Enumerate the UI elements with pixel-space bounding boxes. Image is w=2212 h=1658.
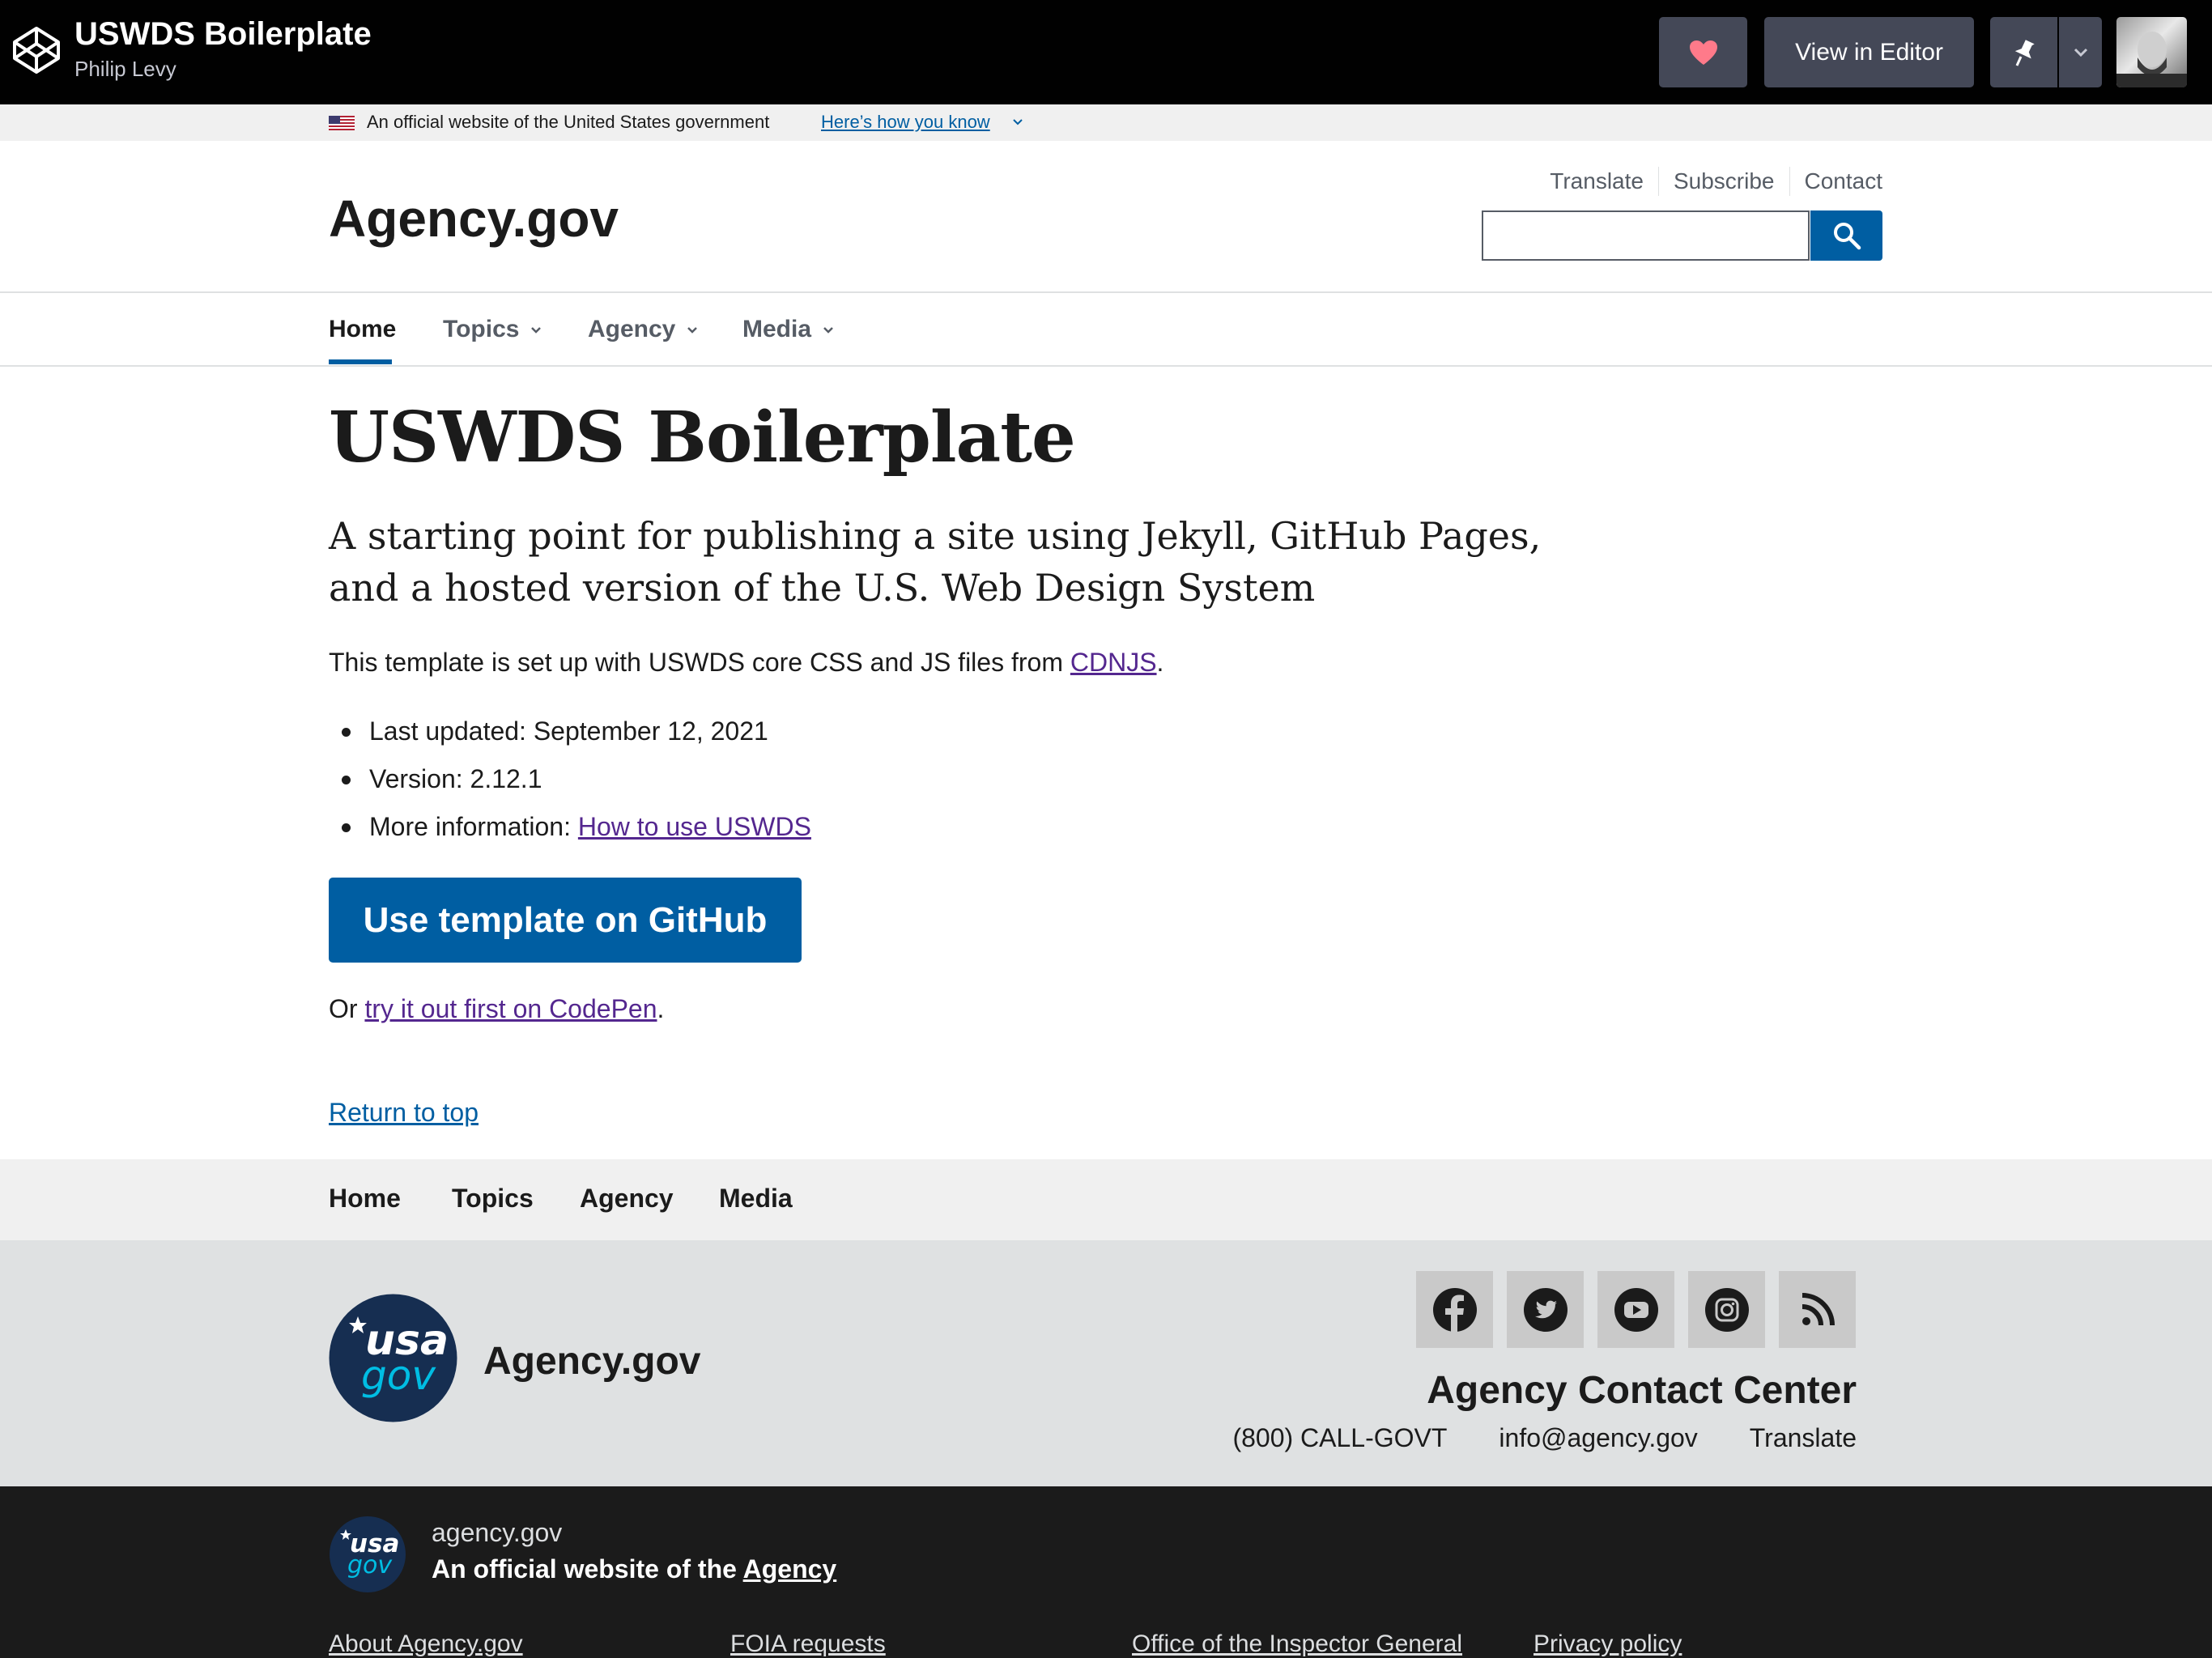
or-text: Or	[329, 994, 365, 1023]
list-item: More information: How to use USWDS	[329, 808, 811, 856]
gov-banner: An official website of the United States…	[0, 104, 2212, 141]
intro-suffix: .	[1156, 648, 1164, 677]
identifier-link-privacy[interactable]: Privacy policy	[1534, 1630, 1682, 1658]
avatar[interactable]	[2116, 17, 2187, 87]
footer-nav-home[interactable]: Home	[329, 1184, 401, 1214]
search-button[interactable]	[1810, 210, 1882, 261]
list-item: Last updated: September 12, 2021	[329, 712, 811, 760]
site-title[interactable]: Agency.gov	[329, 189, 619, 249]
footer-agency-name: Agency.gov	[483, 1340, 701, 1383]
twitter-icon	[1523, 1287, 1568, 1332]
updated-label: Last updated:	[369, 716, 534, 746]
youtube-icon	[1614, 1287, 1658, 1332]
pen-title: USWDS Boilerplate	[74, 16, 372, 52]
or-suffix: .	[657, 994, 665, 1023]
version-label: Version:	[369, 764, 470, 793]
svg-text:gov: gov	[361, 1352, 436, 1399]
banner-text: An official website of the United States…	[367, 112, 770, 132]
nav-label: Agency	[588, 316, 676, 342]
contact-center-heading: Agency Contact Center	[1427, 1369, 1857, 1412]
identifier-link-foia[interactable]: FOIA requests	[730, 1630, 886, 1658]
heart-icon	[1689, 40, 1717, 65]
official-prefix: An official website of the	[432, 1554, 743, 1584]
nav-label: Media	[742, 316, 812, 342]
chevron-down-icon	[823, 327, 833, 334]
identifier-official-text: An official website of the Agency	[432, 1554, 836, 1584]
more-label: More information:	[369, 812, 578, 841]
chevron-down-icon	[2074, 48, 2087, 57]
cdnjs-link[interactable]: CDNJS	[1070, 648, 1157, 677]
footer-nav-media[interactable]: Media	[719, 1184, 793, 1214]
footer-nav: Home Topics Agency Media	[0, 1159, 2212, 1240]
utility-link-contact[interactable]: Contact	[1789, 167, 1882, 196]
pen-author[interactable]: Philip Levy	[74, 57, 177, 82]
header-divider	[0, 291, 2212, 293]
identifier-link-oig[interactable]: Office of the Inspector General	[1132, 1630, 1462, 1658]
lead-paragraph: A starting point for publishing a site u…	[329, 514, 1542, 610]
rss-icon	[1802, 1292, 1835, 1325]
svg-text:gov: gov	[347, 1551, 393, 1579]
usagov-logo[interactable]: usa gov	[329, 1294, 457, 1422]
utility-nav: Translate Subscribe Contact	[1535, 167, 1882, 196]
pin-button[interactable]	[1990, 17, 2057, 87]
contact-email[interactable]: info@agency.gov	[1499, 1423, 1697, 1453]
codepen-paragraph: Or try it out first on CodePen.	[329, 994, 664, 1024]
contact-translate[interactable]: Translate	[1750, 1423, 1857, 1453]
footer-nav-agency[interactable]: Agency	[580, 1184, 674, 1214]
codepen-header: USWDS Boilerplate Philip Levy View in Ed…	[0, 0, 2212, 104]
nav-divider	[0, 365, 2212, 367]
contact-phone[interactable]: (800) CALL-GOVT	[1232, 1423, 1447, 1453]
codepen-link[interactable]: try it out first on CodePen	[364, 994, 657, 1023]
footer-nav-topics[interactable]: Topics	[452, 1184, 534, 1214]
social-twitter[interactable]	[1507, 1271, 1584, 1348]
pin-menu-button[interactable]	[2059, 17, 2102, 87]
page-title: USWDS Boilerplate	[329, 397, 1076, 478]
nav-item-agency[interactable]: Agency	[588, 316, 698, 343]
heart-button[interactable]	[1659, 17, 1747, 87]
search-icon	[1833, 223, 1861, 250]
utility-link-subscribe[interactable]: Subscribe	[1657, 167, 1789, 196]
agency-link[interactable]: Agency	[743, 1554, 837, 1584]
identifier-link-about[interactable]: About Agency.gov	[329, 1630, 523, 1658]
info-list: Last updated: September 12, 2021 Version…	[329, 712, 811, 856]
facebook-icon	[1432, 1287, 1477, 1333]
social-rss[interactable]	[1779, 1271, 1856, 1348]
intro-text: This template is set up with USWDS core …	[329, 648, 1070, 677]
chevron-down-icon	[687, 327, 698, 334]
how-to-use-link[interactable]: How to use USWDS	[578, 812, 811, 841]
instagram-icon	[1704, 1287, 1749, 1332]
social-instagram[interactable]	[1688, 1271, 1765, 1348]
nav-label: Topics	[443, 316, 520, 342]
utility-link-translate[interactable]: Translate	[1535, 167, 1658, 196]
chevron-down-icon[interactable]	[1011, 116, 1024, 129]
nav-item-topics[interactable]: Topics	[443, 316, 542, 343]
chevron-down-icon	[531, 327, 542, 334]
search-input[interactable]	[1482, 210, 1810, 261]
version-value: 2.12.1	[470, 764, 542, 793]
list-item: Version: 2.12.1	[329, 760, 811, 808]
usagov-identifier-logo[interactable]: usa gov	[329, 1516, 406, 1593]
social-youtube[interactable]	[1597, 1271, 1674, 1348]
view-in-editor-button[interactable]: View in Editor	[1764, 17, 1974, 87]
intro-paragraph: This template is set up with USWDS core …	[329, 648, 1163, 678]
pin-icon	[2014, 39, 2035, 66]
updated-value: September 12, 2021	[533, 716, 768, 746]
use-template-button[interactable]: Use template on GitHub	[329, 878, 802, 963]
identifier-domain: agency.gov	[432, 1518, 563, 1547]
codepen-logo-icon[interactable]	[11, 25, 62, 75]
nav-label: Home	[329, 316, 397, 342]
nav-item-home[interactable]: Home	[329, 316, 396, 343]
us-flag-icon	[329, 116, 355, 130]
social-facebook[interactable]	[1416, 1271, 1493, 1348]
banner-how-you-know-link[interactable]: Here’s how you know	[821, 112, 990, 133]
contact-info: (800) CALL-GOVT info@agency.gov Translat…	[1232, 1423, 1857, 1453]
return-to-top-link[interactable]: Return to top	[329, 1098, 479, 1128]
nav-item-media[interactable]: Media	[742, 316, 834, 343]
nav-current-indicator	[329, 359, 392, 364]
